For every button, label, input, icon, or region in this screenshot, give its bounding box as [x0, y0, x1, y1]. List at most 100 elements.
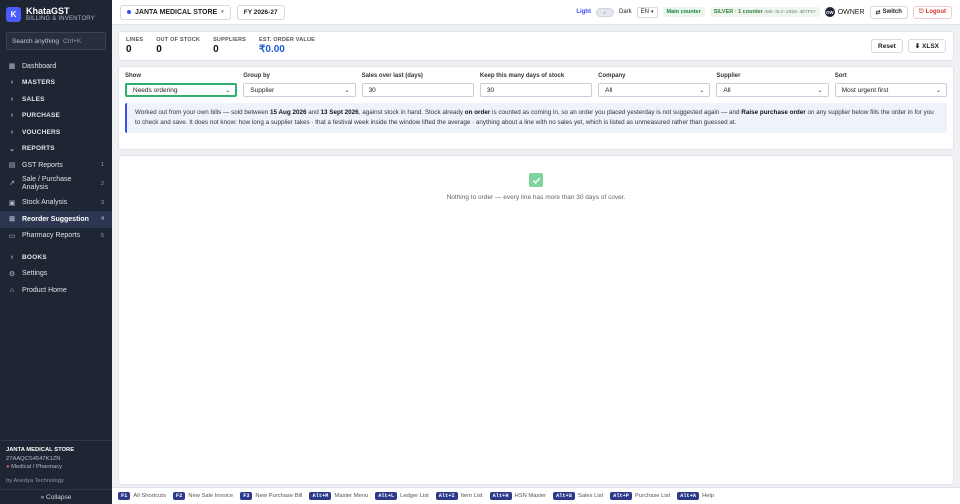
box-icon: ▣: [8, 199, 16, 207]
theme-dark-label[interactable]: Dark: [619, 9, 632, 15]
shortcut-hsn-master[interactable]: Alt+H HSN Master: [489, 492, 546, 500]
search-shortcut: Ctrl+K: [62, 37, 82, 45]
search-placeholder: Search anything: [12, 37, 59, 45]
filters-row: Show Needs ordering ⌄ Group by Supplier ⌄ …: [125, 73, 947, 97]
shortcut-key: Alt+L: [375, 492, 398, 500]
collapse-button[interactable]: « Collapse: [0, 489, 112, 504]
sidebar-item-label: Stock Analysis: [22, 199, 68, 207]
shortcut-sales-list[interactable]: Alt+S Sales List: [553, 492, 603, 500]
sidebar-item-stock-analysis[interactable]: ▣ Stock Analysis 3: [0, 195, 112, 212]
stat-value: ₹0.00: [259, 44, 285, 55]
stat-value: 0: [126, 44, 132, 55]
input-value: 30: [486, 86, 495, 94]
sidebar-item-sale-purchase-analysis[interactable]: ↗ Sale / Purchase Analysis 2: [0, 174, 112, 195]
shortcut-item-list[interactable]: Alt+I Item List: [435, 492, 483, 500]
switch-icon: ⇄: [875, 9, 881, 16]
info-date-to: 13 Sept 2026: [320, 109, 359, 116]
sidebar-item-sales[interactable]: › SALES: [0, 91, 112, 108]
supplier-select[interactable]: All ⌄: [716, 83, 829, 97]
user-menu[interactable]: OW OWNER: [824, 7, 865, 17]
sidebar-item-gst-reports[interactable]: ▤ GST Reports 1: [0, 157, 112, 174]
shortcut-key: Alt+M: [309, 492, 332, 500]
stats-actions: Reset ⬇ XLSX: [871, 39, 946, 53]
info-date-from: 15 Aug 2026: [269, 109, 307, 116]
filter-sort: Sort Most urgent first ⌄: [834, 73, 947, 97]
switch-button[interactable]: ⇄ Switch: [869, 5, 908, 19]
user-role: OWNER: [837, 8, 865, 16]
brand[interactable]: K KhataGST BILLING & INVENTORY: [0, 0, 112, 26]
store-selector[interactable]: JANTA MEDICAL STORE ▾: [120, 4, 231, 20]
theme-light-label[interactable]: Light: [576, 9, 591, 15]
sidebar-item-label: SALES: [22, 95, 45, 103]
shortcut-key: F3: [240, 492, 253, 500]
filter-keep-days: Keep this many days of stock 30: [479, 73, 593, 97]
pill-icon: ●: [6, 464, 10, 470]
sidebar-item-dashboard[interactable]: ▦ Dashboard: [0, 58, 112, 75]
info-text: is counted as coming in, so an order you…: [490, 109, 742, 116]
sidebar-item-label: Product Home: [22, 286, 67, 294]
shortcut-purchase-list[interactable]: Alt+P Purchase List: [610, 492, 670, 500]
company-select[interactable]: All ⌄: [598, 83, 711, 97]
counter-badge: Main counter: [662, 7, 705, 17]
sidebar-item-vouchers[interactable]: › VOUCHERS: [0, 124, 112, 141]
filter-group-by: Group by Supplier ⌄: [243, 73, 356, 97]
chevron-right-icon: ›: [10, 253, 14, 261]
shortcut-master-menu[interactable]: Alt+M Master Menu: [309, 492, 368, 500]
shortcut-label: Master Menu: [334, 493, 369, 499]
shortcut-new-purchase[interactable]: F3 New Purchase Bill: [240, 492, 302, 500]
info-text: Worked out from your own bills — sold be…: [135, 109, 270, 116]
sidebar-item-settings[interactable]: ⚙ Settings: [0, 266, 112, 283]
stat-value: 0: [156, 44, 162, 55]
filter-label: Group by: [243, 73, 270, 79]
sidebar-item-label: BOOKS: [22, 253, 47, 261]
info-text: and: [306, 109, 321, 116]
sidebar-item-pharmacy-reports[interactable]: ▭ Pharmacy Reports 5: [0, 228, 112, 245]
shortcut-help[interactable]: Alt+A Help: [677, 492, 714, 500]
select-value: All: [605, 86, 613, 94]
sidebar-item-reports[interactable]: ⌄ REPORTS: [0, 141, 112, 158]
export-xlsx-button[interactable]: ⬇ XLSX: [907, 39, 946, 53]
shortcut-new-sale[interactable]: F2 New Sale Invoice: [172, 492, 233, 500]
sidebar-item-label: Settings: [22, 270, 48, 278]
shortcut-number: 4: [100, 216, 104, 223]
sidebar-item-purchase[interactable]: › PURCHASE: [0, 108, 112, 125]
shortcut-key: Alt+P: [610, 492, 633, 500]
sidebar-item-label: REPORTS: [22, 145, 55, 153]
sales-days-input[interactable]: 30: [361, 83, 474, 97]
doc-icon: ▭: [8, 232, 16, 240]
filter-company: Company All ⌄: [598, 73, 711, 97]
grid-icon: ▦: [8, 63, 16, 71]
logout-button[interactable]: ⎋ Logout: [912, 5, 952, 19]
theme-toggle[interactable]: ◐: [595, 7, 614, 17]
topbar: JANTA MEDICAL STORE ▾ FY 2026-27 Light ◐…: [112, 0, 960, 25]
stat-label: OUT OF STOCK: [156, 37, 201, 43]
home-icon: ⌂: [9, 286, 15, 294]
show-select[interactable]: Needs ordering ⌄: [125, 83, 238, 97]
sidebar-item-masters[interactable]: › MASTERS: [0, 75, 112, 92]
keep-days-input[interactable]: 30: [479, 83, 593, 97]
stat-out-of-stock: OUT OF STOCK 0: [156, 37, 200, 55]
chevron-down-icon: ⌄: [8, 145, 16, 153]
sidebar-item-reorder-suggestion[interactable]: ⊞ Reorder Suggestion 4: [0, 211, 112, 228]
app-name: KhataGST: [26, 6, 70, 16]
search-input[interactable]: Search anything Ctrl+K: [6, 32, 106, 50]
trend-icon: ↗: [9, 180, 15, 187]
summary-panel: LINES 0 OUT OF STOCK 0 SUPPLIERS 0 EST. ORD…: [118, 31, 954, 61]
store-category: ● Medical / Pharmacy: [6, 463, 106, 472]
sidebar-item-product-home[interactable]: ⌂ Product Home: [0, 282, 112, 299]
group-by-select[interactable]: Supplier ⌄: [243, 83, 356, 97]
sidebar: K KhataGST BILLING & INVENTORY Search an…: [0, 0, 112, 504]
empty-state-message: Nothing to order — every line has more t…: [446, 194, 626, 201]
shortcut-number: 1: [100, 162, 104, 169]
shortcut-number: 2: [100, 181, 104, 187]
reset-button[interactable]: Reset: [871, 39, 903, 53]
sidebar-item-books[interactable]: › BOOKS: [0, 249, 112, 266]
shortcut-ledger-list[interactable]: Alt+L Ledger List: [375, 492, 429, 500]
language-selector[interactable]: EN ▾: [636, 6, 658, 18]
chevron-down-icon: ⌄: [344, 87, 350, 94]
chevron-down-icon: ⌄: [225, 87, 231, 94]
fy-selector[interactable]: FY 2026-27: [236, 4, 285, 20]
shortcut-all[interactable]: F1 All Shortcuts: [118, 492, 166, 500]
chevron-down-icon: ⌄: [817, 87, 823, 94]
sort-select[interactable]: Most urgent first ⌄: [834, 83, 947, 97]
